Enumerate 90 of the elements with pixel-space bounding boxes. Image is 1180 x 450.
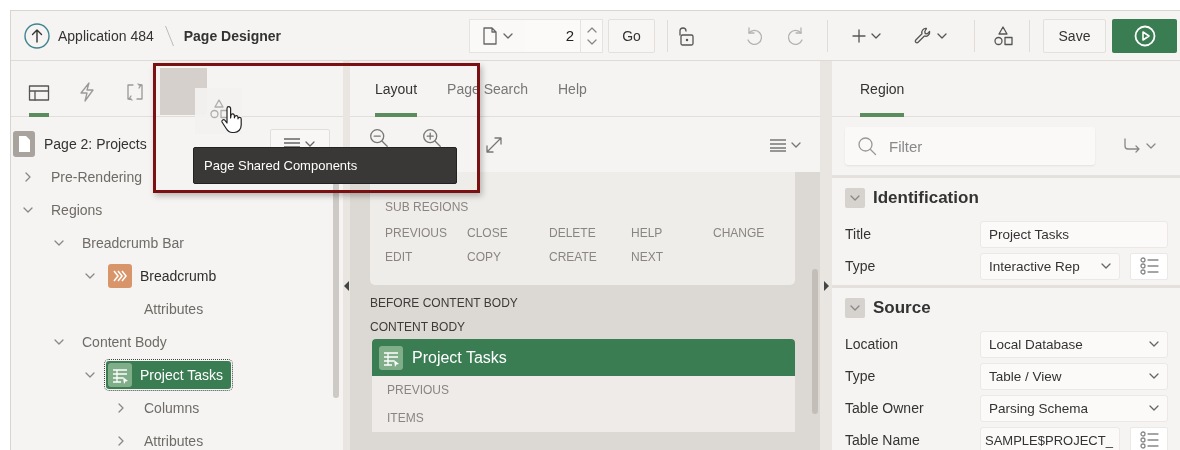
- processing-icon: [124, 82, 146, 102]
- list-button[interactable]: [1130, 252, 1168, 280]
- breadcrumb-link[interactable]: Application 484: [58, 27, 154, 44]
- tree-item[interactable]: Content Body: [82, 331, 175, 352]
- tree-item[interactable]: Project Tasks: [106, 360, 231, 389]
- rendering-icon: [28, 84, 50, 102]
- list-button[interactable]: [1130, 426, 1168, 450]
- tab[interactable]: Help: [558, 61, 587, 117]
- region-title: Project Tasks: [412, 348, 507, 367]
- collapse-toggle[interactable]: [845, 298, 865, 318]
- tree-item[interactable]: Columns: [144, 397, 208, 418]
- page-icon: [13, 130, 35, 157]
- chevron-down-icon: [1149, 403, 1159, 413]
- run-button[interactable]: [1112, 18, 1177, 53]
- page-title: Page Designer: [183, 27, 281, 44]
- tree-item[interactable]: Attributes: [144, 298, 212, 319]
- tab[interactable]: Layout: [375, 61, 418, 117]
- button-position[interactable]: EDIT: [385, 250, 467, 264]
- button-position[interactable]: CLOSE: [467, 226, 549, 240]
- property-label: Title: [845, 226, 872, 242]
- chevron-down-icon: [586, 38, 597, 46]
- page-node[interactable]: Page 2: Projects: [44, 135, 147, 152]
- position-label: SUB REGIONS: [385, 199, 470, 216]
- slash-icon: [164, 24, 174, 47]
- region-position[interactable]: ITEMS: [372, 404, 795, 432]
- tooltip: Page Shared Components: [193, 147, 457, 184]
- region-position[interactable]: PREVIOUS: [372, 376, 795, 404]
- tree-item[interactable]: Breadcrumb Bar: [82, 232, 192, 253]
- wrench-icon: [913, 25, 933, 46]
- go-button[interactable]: Go: [608, 18, 655, 53]
- button-position[interactable]: COPY: [467, 250, 549, 264]
- expand-icon: [485, 135, 503, 154]
- region-header[interactable]: Project Tasks: [372, 339, 795, 376]
- save-button[interactable]: Save: [1043, 18, 1106, 53]
- shapes-icon: [992, 24, 1014, 47]
- play-icon: [1133, 24, 1156, 47]
- chevron-down-icon: [1149, 339, 1159, 349]
- button-position[interactable]: PREVIOUS: [385, 226, 467, 240]
- select-field[interactable]: Local Database: [980, 330, 1168, 358]
- position-label: CONTENT BODY: [370, 319, 467, 336]
- chevron-down-icon: [1146, 141, 1156, 151]
- tree-item[interactable]: Pre-Rendering: [51, 166, 151, 187]
- unlocked-icon: [676, 24, 696, 47]
- lightning-icon: [78, 82, 96, 102]
- zoom-out-icon: [370, 129, 388, 147]
- list-icon: [1139, 256, 1159, 276]
- tab[interactable]: Region: [860, 61, 905, 117]
- button-position[interactable]: DELETE: [549, 226, 631, 240]
- property-label: Type: [845, 258, 877, 274]
- breadcrumb-icon: [108, 263, 132, 288]
- zoom-in-icon: [423, 129, 441, 147]
- page-number-field[interactable]: 2: [525, 18, 580, 53]
- chevron-down-icon: [1149, 371, 1159, 381]
- menu-icon: [769, 137, 803, 152]
- button-position[interactable]: NEXT: [631, 250, 713, 264]
- button-position[interactable]: HELP: [631, 226, 713, 240]
- report-icon: [108, 362, 132, 387]
- hand-cursor-icon: [220, 106, 244, 134]
- tree-item[interactable]: Attributes: [144, 430, 212, 450]
- tree-item[interactable]: Breadcrumb: [106, 261, 225, 290]
- chevron-down-icon: [850, 303, 860, 313]
- collapse-toggle[interactable]: [845, 188, 865, 208]
- chevron-up-icon: [586, 25, 597, 33]
- page-icon: [482, 26, 497, 45]
- chevron-down-icon: [850, 193, 860, 203]
- select-field[interactable]: Parsing Schema: [980, 394, 1168, 422]
- select-field[interactable]: Interactive Rep: [980, 252, 1120, 280]
- page-type-button[interactable]: [469, 18, 525, 53]
- scrollbar[interactable]: [812, 269, 818, 414]
- property-label: Location: [845, 336, 899, 352]
- list-icon: [1139, 430, 1159, 450]
- text-field[interactable]: Project Tasks: [980, 220, 1168, 248]
- tree-item[interactable]: Regions: [51, 199, 111, 220]
- property-label: Type: [845, 368, 877, 384]
- search-icon: [857, 136, 877, 156]
- text-field[interactable]: SAMPLE$PROJECT_: [980, 426, 1120, 450]
- return-arrow-icon: [1122, 137, 1142, 155]
- property-label: Table Owner: [845, 400, 925, 416]
- section-title: Identification: [873, 188, 979, 208]
- plus-icon: [851, 27, 867, 44]
- property-label: Table Name: [845, 432, 921, 448]
- report-icon: [379, 345, 403, 370]
- filter-field[interactable]: Filter: [845, 127, 1095, 165]
- collapse-right-icon[interactable]: [823, 281, 829, 291]
- button-position[interactable]: CREATE: [549, 250, 631, 264]
- section-title: Source: [873, 298, 931, 318]
- select-field[interactable]: Table / View: [980, 362, 1168, 390]
- position-label: BEFORE CONTENT BODY: [370, 295, 519, 312]
- button-position[interactable]: CHANGE: [713, 226, 795, 240]
- chevron-down-icon: [1101, 261, 1111, 271]
